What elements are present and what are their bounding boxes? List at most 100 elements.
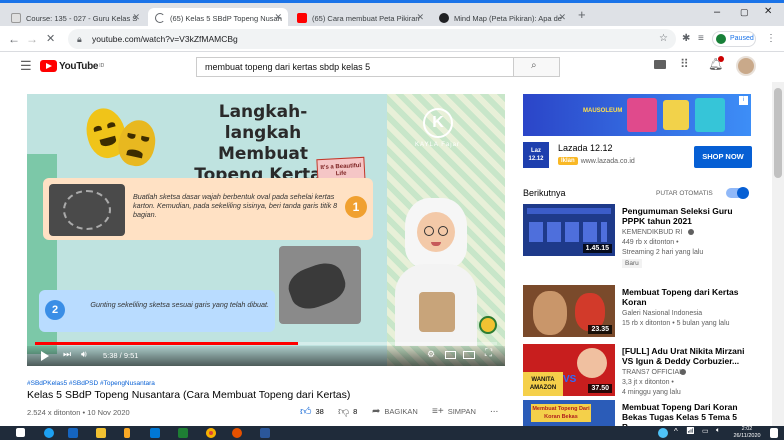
account-avatar[interactable]	[736, 56, 756, 76]
theater-mode-icon[interactable]	[463, 351, 475, 359]
battery-icon[interactable]: ▭	[702, 427, 709, 435]
school-emblem-icon	[479, 316, 497, 334]
hamburger-menu-icon[interactable]: ☰	[20, 58, 32, 74]
back-arrow-icon[interactable]: ←	[8, 31, 20, 47]
step1-number: 1	[345, 196, 367, 218]
course-favicon-icon	[11, 13, 21, 23]
ad-title[interactable]: Lazada 12.12	[558, 143, 613, 153]
channel-k-logo-icon: K	[423, 108, 453, 138]
upnext-extra-3: 4 minggu yang lalu	[622, 389, 681, 396]
upnext-title-1[interactable]: Pengumuman Seleksi Guru PPPK tahun 2021	[622, 206, 752, 226]
maximize-button[interactable]: ▢	[740, 7, 749, 18]
share-button[interactable]: ➦ BAGIKAN	[372, 406, 418, 417]
upnext-channel-3[interactable]: TRANS7 OFFICIAL	[622, 368, 683, 377]
search-button[interactable]: ⌕	[514, 57, 560, 77]
upnext-thumb-3[interactable]: WANITA AMAZON VS 37.50	[523, 344, 615, 396]
lock-icon: 🔒︎	[77, 34, 82, 44]
ad-banner-text: MAUSOLEUM	[583, 108, 623, 114]
search-input[interactable]: membuat topeng dari kertas sbdp kelas 5	[196, 57, 514, 77]
shop-now-button[interactable]: SHOP NOW	[694, 146, 752, 168]
playlist-add-icon: ≡+	[432, 406, 444, 417]
clock[interactable]: 2:02 26/11/2020	[730, 426, 764, 439]
page-scrollbar[interactable]	[772, 82, 784, 426]
settings-gear-icon[interactable]: ⚙	[427, 349, 435, 360]
upnext-channel-1[interactable]: KEMENDIKBUD RI	[622, 228, 682, 237]
forward-arrow-icon[interactable]: →	[26, 31, 38, 47]
excel-icon[interactable]	[178, 428, 188, 438]
url-field[interactable]: 🔒︎ youtube.com/watch?v=V3kZfMAMCBg ☆	[68, 29, 676, 49]
minimize-button[interactable]: –	[714, 6, 720, 18]
bolt-app-icon[interactable]	[124, 428, 130, 438]
save-button[interactable]: ≡+ SIMPAN	[432, 406, 476, 417]
windows-taskbar: ^ 📶︎ ▭ 🔈︎ 2:02 26/11/2020	[0, 426, 784, 440]
fullscreen-icon[interactable]: ⛶	[485, 348, 492, 359]
miniplayer-icon[interactable]	[445, 351, 456, 359]
play-icon[interactable]	[41, 351, 49, 361]
store-icon[interactable]	[68, 428, 78, 438]
close-icon[interactable]: ✕	[558, 12, 566, 23]
step1-image	[49, 184, 125, 236]
ad-banner[interactable]: MAUSOLEUM i	[523, 94, 751, 136]
thumbs-up-icon: 👍︎	[300, 406, 312, 418]
reading-list-icon[interactable]: ≡	[698, 31, 704, 47]
dislike-button[interactable]: 👎︎ 8	[338, 405, 357, 418]
share-arrow-icon: ➦	[372, 406, 381, 417]
ad-url[interactable]: www.lazada.co.id	[581, 158, 635, 165]
profile-paused-button[interactable]: Paused	[712, 31, 756, 47]
upnext-views-3: 3,3 jt x ditonton •	[622, 379, 674, 386]
progress-bar[interactable]	[35, 342, 497, 345]
youtube-favicon-icon	[297, 13, 307, 23]
new-badge: Baru	[622, 259, 642, 268]
more-actions-button[interactable]: ...	[490, 404, 498, 415]
extension-icon[interactable]: ✱	[682, 31, 690, 47]
person-tray-icon[interactable]	[658, 428, 668, 438]
close-icon[interactable]: ✕	[274, 12, 282, 23]
windows-start-icon[interactable]	[16, 428, 25, 437]
menu-kebab-icon[interactable]: ⋮	[766, 31, 776, 47]
step1-text: Buatlah sketsa dasar wajah berbentuk ova…	[133, 192, 338, 219]
upnext-thumb-4[interactable]: Membuat Topeng Dari Koran Bekas	[523, 400, 615, 426]
upnext-title-2[interactable]: Membuat Topeng dari Kertas Koran	[622, 287, 752, 307]
youtube-logo[interactable]: YouTube ID	[40, 60, 104, 72]
youtube-header: ☰ YouTube ID membuat topeng dari kertas …	[0, 52, 784, 82]
lazada-logo: Laz 12.12	[523, 142, 549, 168]
hashtags[interactable]: #SBdPKelas5 #SBdPSD #TopengNusantara	[27, 380, 155, 387]
firefox-icon[interactable]	[232, 428, 242, 438]
edge-icon[interactable]	[44, 428, 54, 438]
file-explorer-icon[interactable]	[96, 428, 106, 438]
notification-center-icon[interactable]	[770, 428, 778, 438]
tray-chevron-icon[interactable]: ^	[674, 427, 678, 436]
upnext-extra-1: Streaming 2 hari yang lalu	[622, 249, 704, 256]
scrollbar-thumb[interactable]	[774, 88, 782, 178]
avatar	[716, 34, 726, 44]
upnext-views-2: 15 rb x ditonton • 5 bulan yang lalu	[622, 320, 730, 327]
upnext-thumb-1[interactable]: 1.45.15	[523, 204, 615, 256]
create-video-icon[interactable]	[654, 60, 666, 69]
star-icon[interactable]: ☆	[659, 29, 668, 49]
duration-badge: 37.50	[588, 384, 612, 393]
upnext-thumb-2[interactable]: 23.35	[523, 285, 615, 337]
volume-icon[interactable]: 🔊︎	[81, 349, 87, 360]
next-icon[interactable]: ⏭	[63, 349, 71, 360]
window-close-button[interactable]: ✕	[764, 6, 772, 17]
apps-grid-icon[interactable]: ⠿	[680, 57, 689, 71]
word-icon[interactable]	[260, 428, 270, 438]
chrome-icon[interactable]	[206, 428, 216, 438]
ad-product-2	[663, 100, 689, 130]
video-player[interactable]: Langkah-langkah Membuat Topeng Kertas It…	[27, 94, 505, 366]
volume-tray-icon[interactable]: 🔈︎	[716, 427, 720, 435]
stop-icon[interactable]: ✕	[46, 31, 55, 47]
close-icon[interactable]: ✕	[416, 12, 424, 23]
close-icon[interactable]: ✕	[132, 12, 140, 23]
new-tab-button[interactable]: +	[578, 7, 586, 22]
ad-info-icon[interactable]: i	[739, 96, 748, 105]
upnext-title-3[interactable]: [FULL] Adu Urat Nikita Mirzani VS Igun &…	[622, 346, 752, 366]
autoplay-toggle[interactable]	[726, 187, 749, 199]
character-body	[395, 264, 477, 346]
like-button[interactable]: 👍︎ 38	[300, 405, 324, 418]
app-icon[interactable]	[150, 428, 160, 438]
character-hijab	[405, 198, 467, 268]
upnext-channel-2[interactable]: Galeri Nasional Indonesia	[622, 309, 702, 318]
network-icon[interactable]: 📶︎	[686, 427, 695, 435]
step2-text: Gunting sekeliling sketsa sesuai garis y…	[90, 300, 269, 309]
